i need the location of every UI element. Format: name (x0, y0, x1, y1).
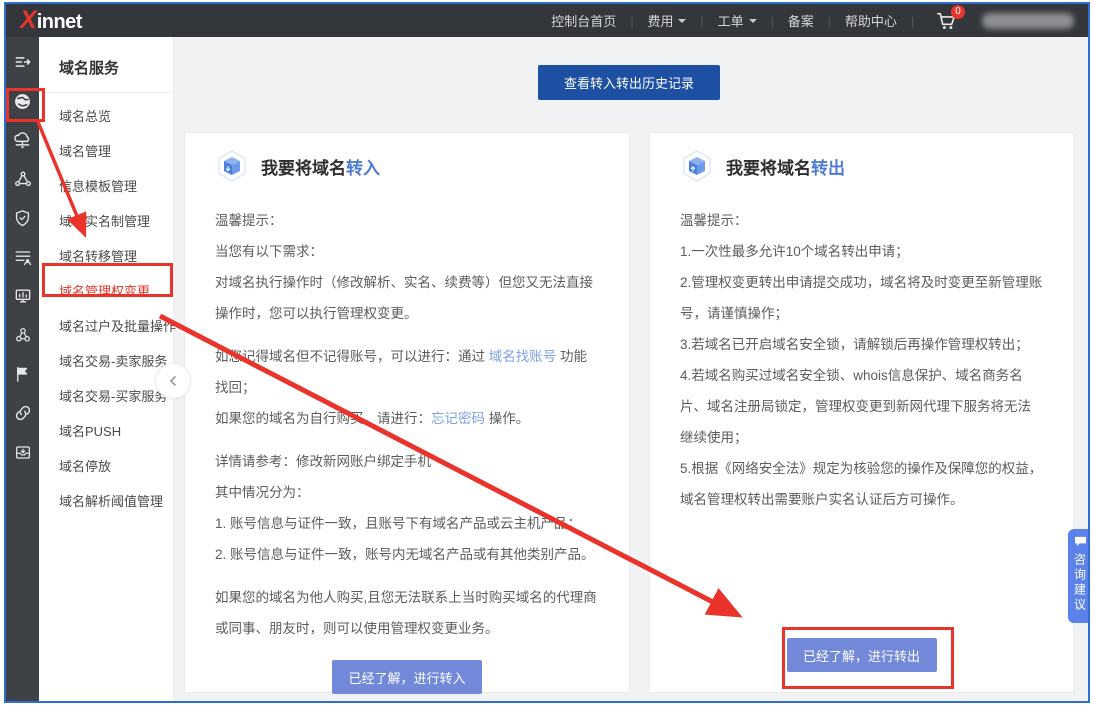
sidebar-item-real-name[interactable]: 域名实名制管理 (39, 204, 173, 239)
transfer-in-tips: 温馨提示： 当您有以下需求： 对域名执行操作时（修改解析、实名、续费等）但您又无… (215, 205, 599, 644)
sidebar-item-management-rights-change[interactable]: 域名管理权变更 (39, 274, 173, 309)
sidebar-item-dns-threshold[interactable]: 域名解析阈值管理 (39, 484, 173, 519)
cloud-server-icon[interactable] (12, 129, 34, 151)
tip-line: 其中情况分为： (215, 477, 599, 508)
sidebar-item-domain-parking[interactable]: 域名停放 (39, 449, 173, 484)
tip-heading: 温馨提示： (215, 205, 599, 236)
sidebar-item-domain-overview[interactable]: 域名总览 (39, 99, 173, 134)
sidebar-item-info-template[interactable]: 信息模板管理 (39, 169, 173, 204)
domain-cube-icon (215, 149, 249, 183)
tip-heading: 温馨提示： (680, 205, 1043, 236)
tip-line: 如您记得域名但不记得账号，可以进行：通过 域名找账号 功能找回； (215, 341, 599, 403)
link-icon[interactable] (12, 402, 34, 424)
tip-line: 当您有以下需求： (215, 236, 599, 267)
cluster-nodes-icon[interactable] (12, 324, 34, 346)
tip-line: 2.管理权变更转出申请提交成功，域名将及时变更至新管理账号，请谨慎操作； (680, 267, 1043, 329)
nav-separator: | (911, 14, 914, 28)
nav-fees-menu[interactable]: 费用 (641, 11, 692, 30)
nav-separator: | (700, 14, 703, 28)
database-user-icon[interactable] (12, 246, 34, 268)
share-network-icon[interactable] (12, 168, 34, 190)
transfer-in-title: 我要将域名转入 (261, 154, 380, 179)
transfer-in-card: 我要将域名转入 温馨提示： 当您有以下需求： 对域名执行操作时（修改解析、实名、… (184, 132, 630, 693)
logo-x-mark: X (20, 8, 37, 33)
tip-line: 3.若域名已开启域名安全锁，请解锁后再操作管理权转出； (680, 329, 1043, 360)
tip-line: 如果您的域名为他人购买,且您无法联系上当时购买域名的代理商或同事、朋友时，则可以… (215, 582, 599, 644)
chevron-down-icon (749, 19, 757, 27)
nav-help-center[interactable]: 帮助中心 (839, 11, 903, 30)
nav-tickets-menu[interactable]: 工单 (712, 11, 763, 30)
tip-line: 详情请参考：修改新网账户绑定手机 (215, 446, 599, 477)
feedback-side-tab[interactable]: 咨询建议 (1068, 529, 1090, 623)
sidebar-collapse-button[interactable] (155, 363, 191, 399)
domain-services-sidebar: 域名服务 域名总览 域名管理 信息模板管理 域名实名制管理 域名转移管理 域名管… (39, 37, 174, 701)
feedback-label: 咨询建议 (1072, 553, 1089, 613)
domain-globe-icon[interactable] (12, 90, 34, 112)
sidebar-item-domain-management[interactable]: 域名管理 (39, 134, 173, 169)
nav-console-home[interactable]: 控制台首页 (545, 11, 622, 30)
top-nav-links: 控制台首页 | 费用 | 工单 | 备案 | 帮助中心 | 0 (545, 11, 1074, 30)
sidebar-menu: 域名总览 域名管理 信息模板管理 域名实名制管理 域名转移管理 域名管理权变更 … (39, 93, 173, 519)
shopping-cart-button[interactable]: 0 (936, 12, 956, 30)
xinnet-logo[interactable]: X innet (20, 8, 82, 33)
chevron-left-icon (168, 375, 178, 387)
flag-icon[interactable] (12, 363, 34, 385)
top-navigation-bar: X innet 控制台首页 | 费用 | 工单 | 备案 | 帮助中心 | 0 (6, 4, 1088, 37)
nav-icp-filing[interactable]: 备案 (782, 11, 820, 30)
forgot-password-link[interactable]: 忘记密码 (431, 411, 485, 426)
sidebar-item-domain-transfer[interactable]: 域名转移管理 (39, 239, 173, 274)
collapse-menu-icon[interactable] (12, 51, 34, 73)
icon-rail-sidebar (6, 37, 39, 701)
proceed-transfer-out-button[interactable]: 已经了解，进行转出 (787, 638, 937, 672)
sidebar-item-trade-seller[interactable]: 域名交易-卖家服务 (39, 344, 173, 379)
sidebar-item-domain-push[interactable]: 域名PUSH (39, 414, 173, 449)
user-account-redacted[interactable] (982, 13, 1074, 29)
sidebar-title: 域名服务 (39, 53, 173, 93)
transfer-out-card: 我要将域名转出 温馨提示： 1.一次性最多允许10个域名转出申请； 2.管理权变… (649, 132, 1074, 693)
inbox-mail-icon[interactable] (12, 441, 34, 463)
tip-line: 4.若域名购买过域名安全锁、whois信息保护、域名商务名片、域名注册局锁定，管… (680, 360, 1043, 453)
tip-line: 1. 账号信息与证件一致，且账号下有域名产品或云主机产品； (215, 508, 599, 539)
tip-line: 1.一次性最多允许10个域名转出申请； (680, 236, 1043, 267)
monitor-chart-icon[interactable] (12, 285, 34, 307)
domain-cube-icon (680, 149, 714, 183)
main-content: 查看转入转出历史记录 我要将域名转入 (174, 37, 1088, 701)
shield-icon[interactable] (12, 207, 34, 229)
logo-text: innet (37, 12, 82, 32)
nav-separator: | (771, 14, 774, 28)
chevron-down-icon (678, 19, 686, 27)
nav-separator: | (630, 14, 633, 28)
tip-line: 5.根据《网络安全法》规定为核验您的操作及保障您的权益，域名管理权转出需要账户实… (680, 453, 1043, 515)
sidebar-item-trade-buyer[interactable]: 域名交易-买家服务 (39, 379, 173, 414)
tip-line: 2. 账号信息与证件一致，账号内无域名产品或有其他类别产品。 (215, 539, 599, 570)
nav-separator: | (828, 14, 831, 28)
speech-bubble-icon (1074, 536, 1087, 547)
view-transfer-history-button[interactable]: 查看转入转出历史记录 (538, 65, 720, 100)
transfer-out-title: 我要将域名转出 (726, 154, 845, 179)
proceed-transfer-in-button[interactable]: 已经了解，进行转入 (332, 660, 482, 694)
find-account-link[interactable]: 域名找账号 (489, 349, 557, 364)
app-window: X innet 控制台首页 | 费用 | 工单 | 备案 | 帮助中心 | 0 (4, 2, 1090, 703)
transfer-out-tips: 温馨提示： 1.一次性最多允许10个域名转出申请； 2.管理权变更转出申请提交成… (680, 205, 1043, 515)
sidebar-item-ownership-batch[interactable]: 域名过户及批量操作 (39, 309, 173, 344)
tip-line: 对域名执行操作时（修改解析、实名、续费等）但您又无法直接操作时，您可以执行管理权… (215, 267, 599, 329)
tip-line: 如果您的域名为自行购买，请进行：忘记密码 操作。 (215, 403, 599, 434)
cart-count-badge: 0 (951, 5, 965, 19)
